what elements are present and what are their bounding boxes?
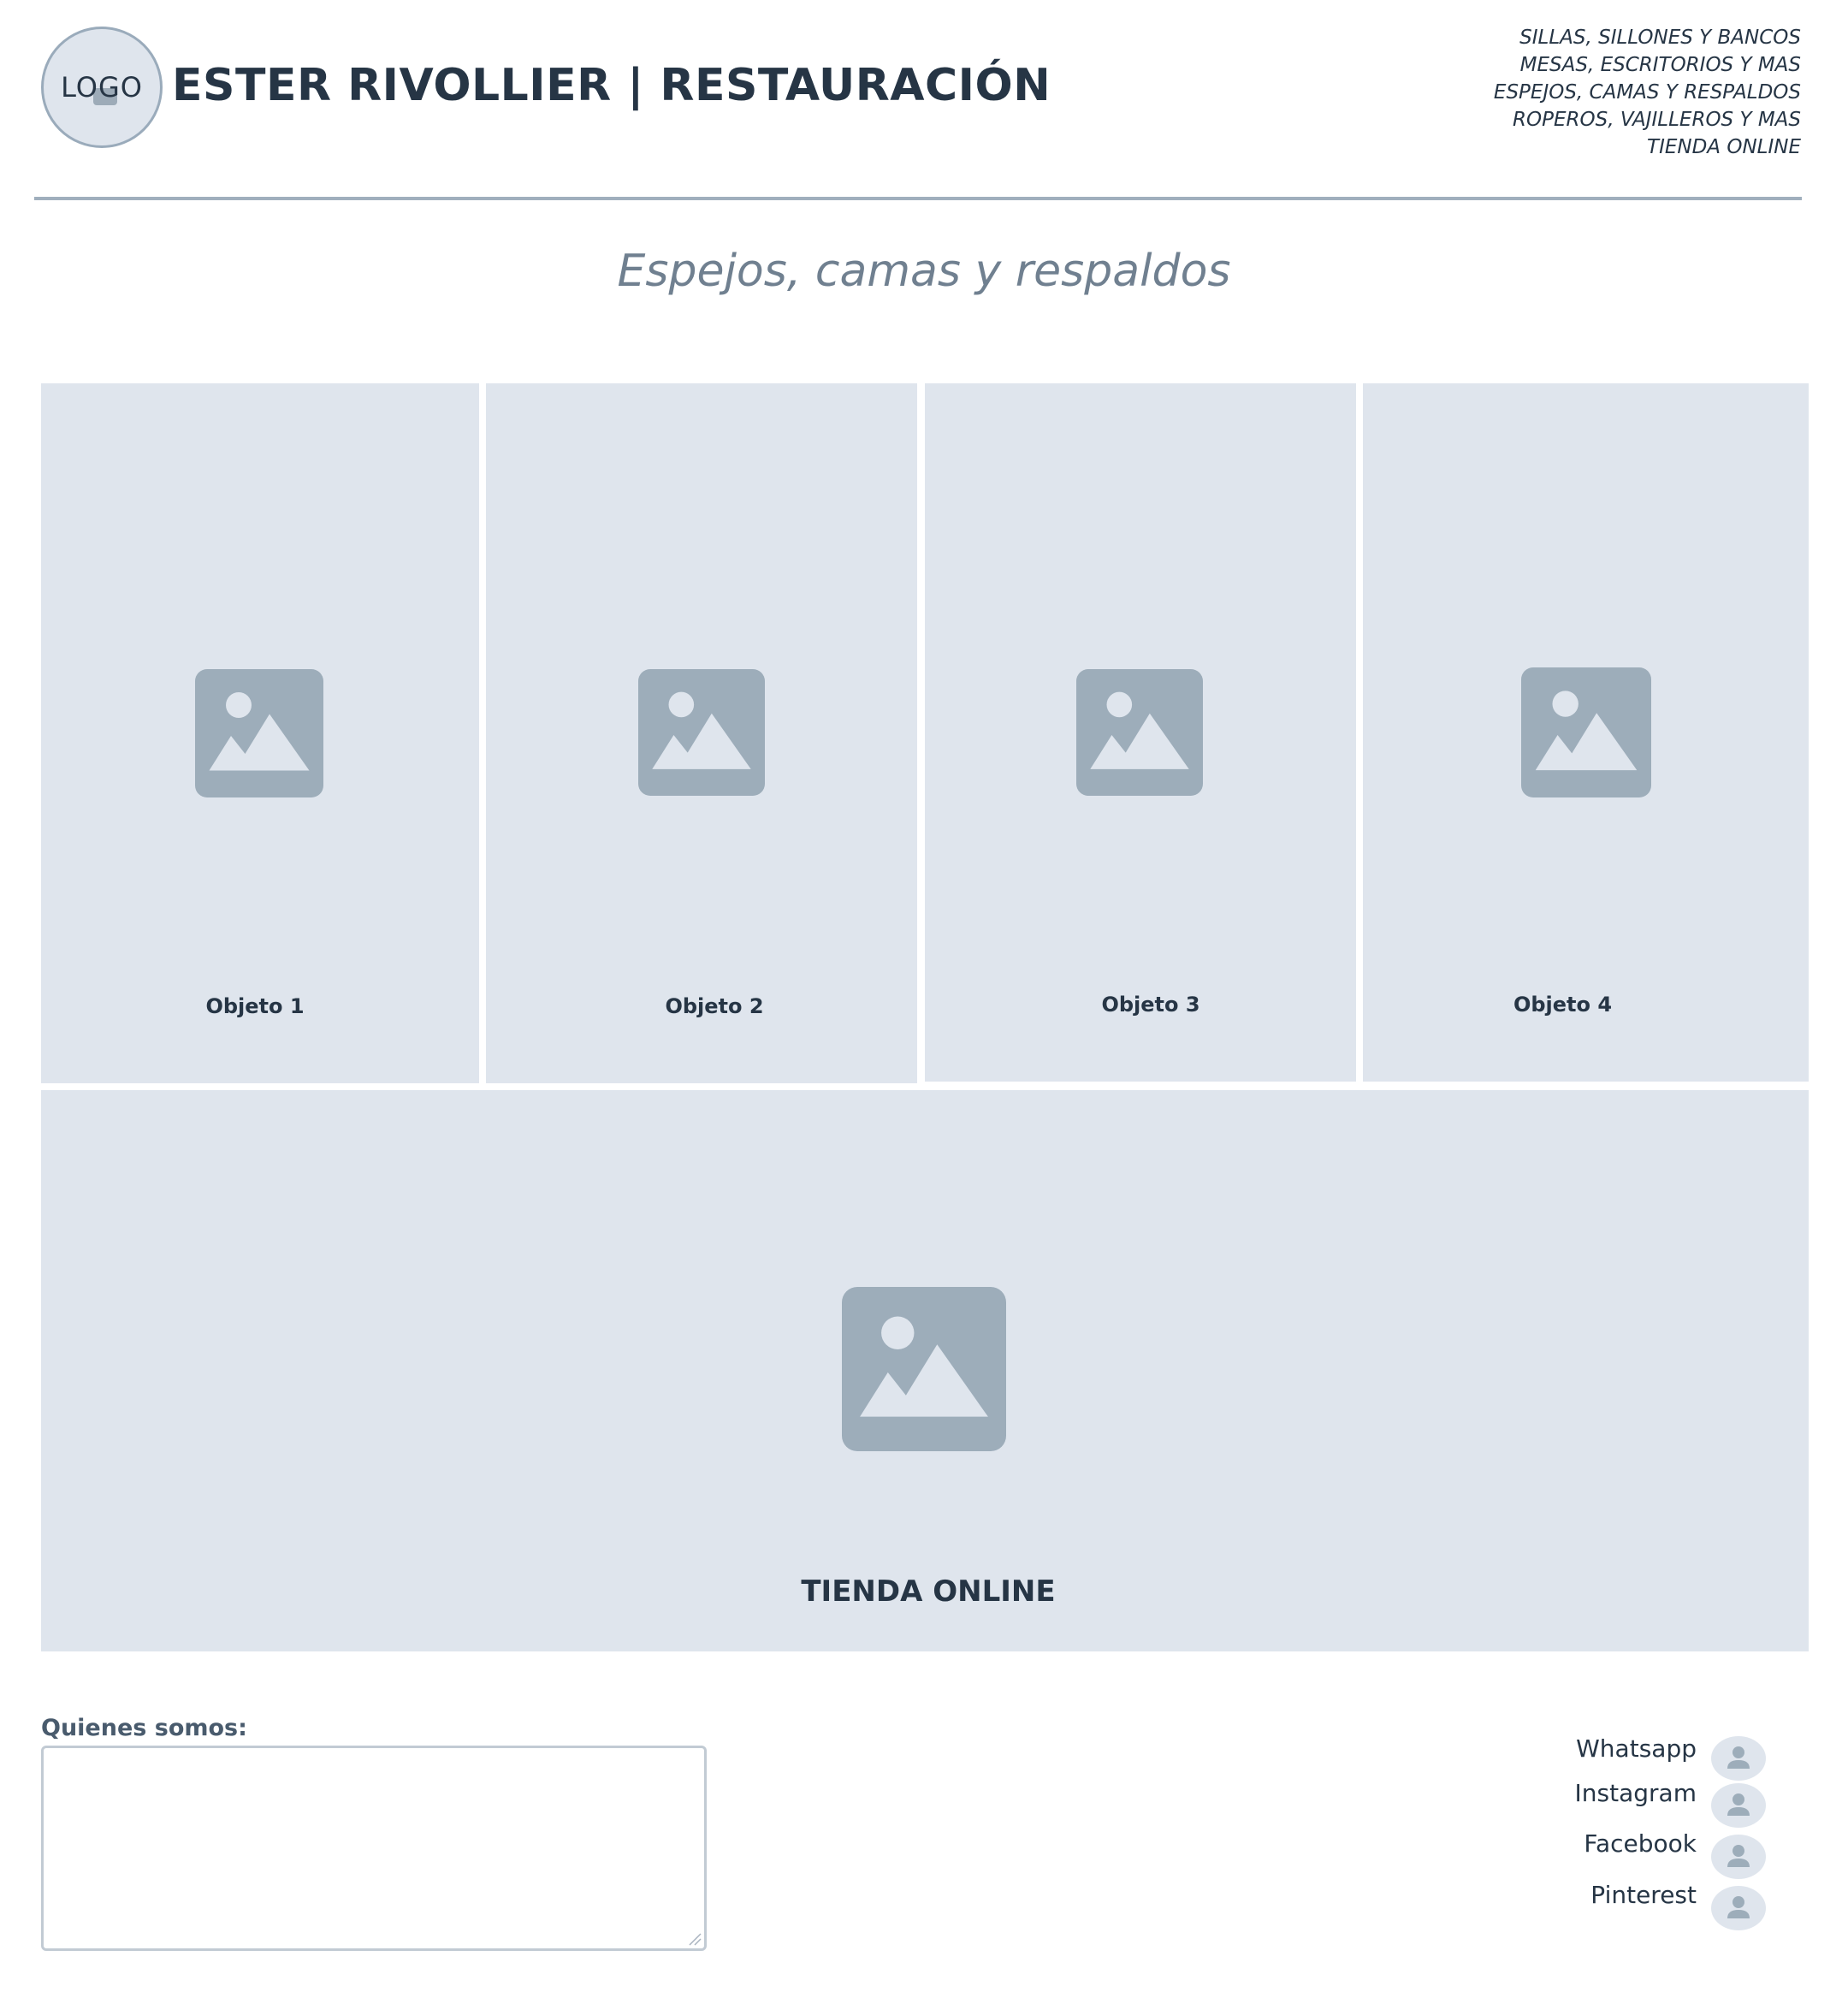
about-label: Quienes somos: bbox=[41, 1715, 247, 1741]
social-link-pinterest[interactable]: Pinterest bbox=[1523, 1878, 1797, 1930]
product-card-1[interactable]: Objeto 1 bbox=[41, 383, 479, 1083]
social-link-label: Facebook bbox=[1584, 1829, 1697, 1858]
online-shop-label: TIENDA ONLINE bbox=[801, 1574, 1056, 1609]
product-card-label: Objeto 3 bbox=[1101, 993, 1200, 1017]
nav-item-espejos[interactable]: ESPEJOS, CAMAS Y RESPALDOS bbox=[1356, 79, 1801, 106]
social-link-instagram[interactable]: Instagram bbox=[1523, 1776, 1797, 1828]
user-avatar-icon bbox=[1711, 1736, 1766, 1781]
product-card-3[interactable]: Objeto 3 bbox=[925, 383, 1356, 1082]
logo-text: LOGO bbox=[61, 71, 143, 104]
social-link-label: Instagram bbox=[1574, 1779, 1697, 1807]
top-navigation: SILLAS, SILLONES Y BANCOS MESAS, ESCRITO… bbox=[1356, 24, 1801, 161]
product-card-label: Objeto 2 bbox=[665, 994, 764, 1018]
page-heading: Espejos, camas y respaldos bbox=[617, 246, 1231, 297]
user-avatar-icon bbox=[1711, 1783, 1766, 1828]
image-placeholder-icon bbox=[842, 1287, 1006, 1451]
product-card-4[interactable]: Objeto 4 bbox=[1363, 383, 1809, 1082]
nav-item-roperos[interactable]: ROPEROS, VAJILLEROS Y MAS bbox=[1356, 106, 1801, 133]
product-card-label: Objeto 4 bbox=[1513, 993, 1613, 1017]
nav-item-mesas[interactable]: MESAS, ESCRITORIOS Y MAS bbox=[1356, 51, 1801, 79]
product-card-label: Objeto 1 bbox=[205, 994, 305, 1018]
logo[interactable]: LOGO bbox=[41, 27, 163, 148]
header-divider bbox=[34, 197, 1802, 200]
online-shop-banner[interactable]: TIENDA ONLINE bbox=[41, 1090, 1809, 1651]
user-avatar-icon bbox=[1711, 1835, 1766, 1879]
resize-handle-icon[interactable] bbox=[688, 1932, 702, 1946]
social-link-facebook[interactable]: Facebook bbox=[1523, 1827, 1797, 1879]
image-placeholder-icon bbox=[638, 669, 765, 796]
image-placeholder-icon bbox=[1076, 669, 1203, 796]
about-textarea[interactable] bbox=[41, 1746, 707, 1951]
social-link-label: Pinterest bbox=[1590, 1881, 1697, 1909]
nav-item-sillas[interactable]: SILLAS, SILLONES Y BANCOS bbox=[1356, 24, 1801, 51]
product-card-2[interactable]: Objeto 2 bbox=[486, 383, 917, 1083]
image-placeholder-icon bbox=[195, 669, 323, 797]
social-link-whatsapp[interactable]: Whatsapp bbox=[1523, 1732, 1797, 1781]
site-title: ESTER RIVOLLIER | RESTAURACIÓN bbox=[172, 60, 1051, 111]
nav-item-tienda-online[interactable]: TIENDA ONLINE bbox=[1356, 133, 1801, 161]
user-avatar-icon bbox=[1711, 1886, 1766, 1930]
social-link-label: Whatsapp bbox=[1576, 1734, 1697, 1763]
image-placeholder-icon bbox=[1521, 667, 1651, 797]
